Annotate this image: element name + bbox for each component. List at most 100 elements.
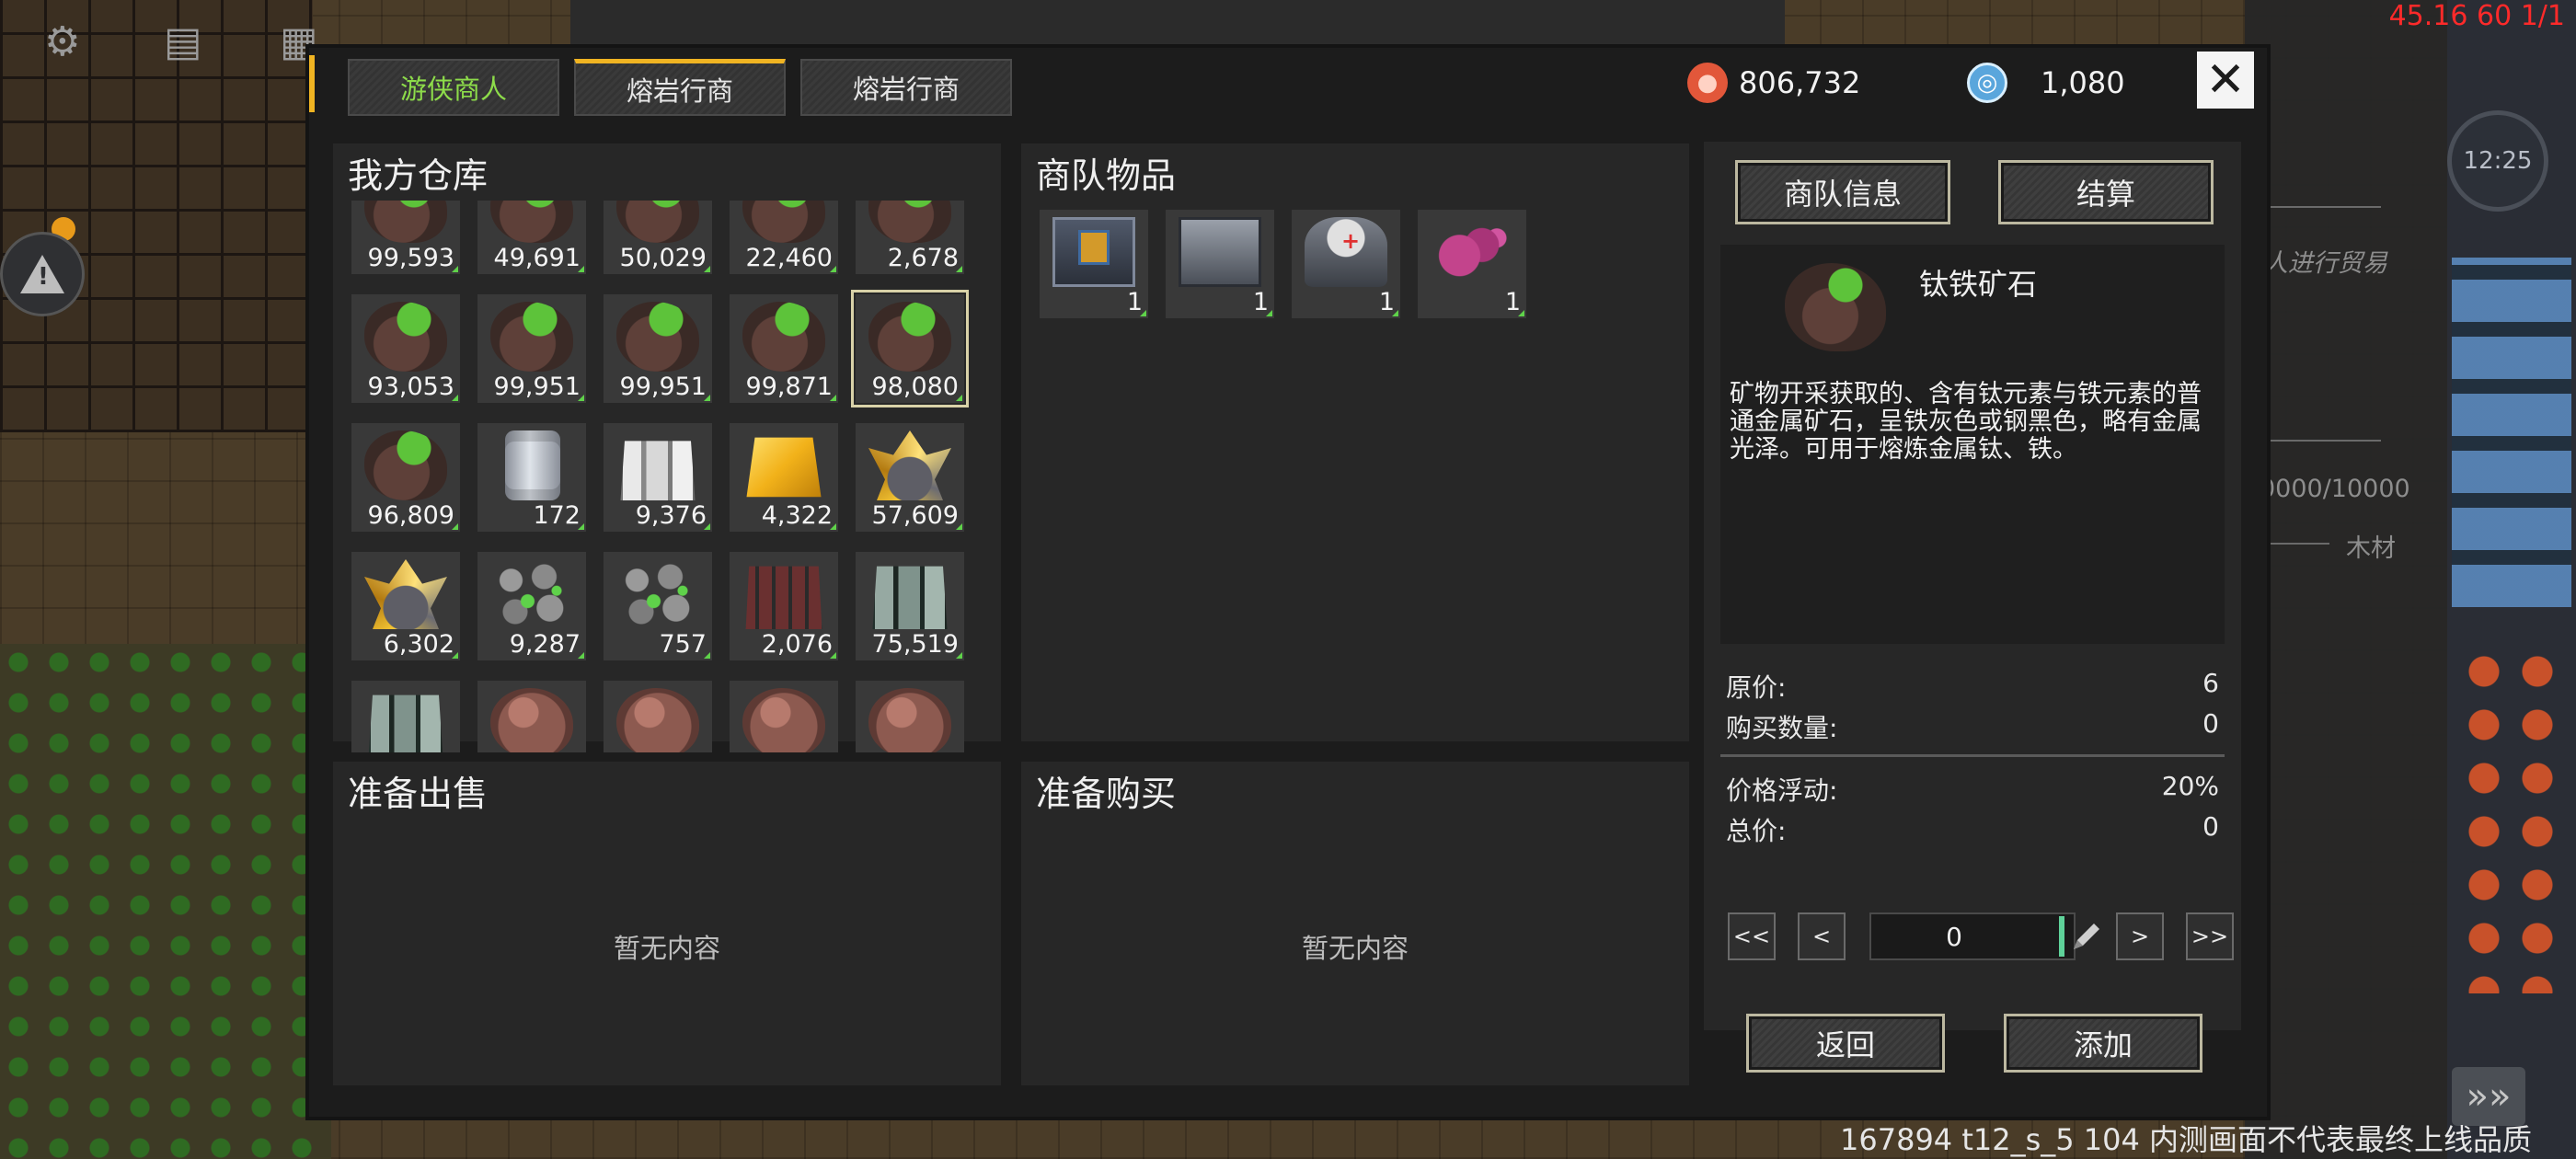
item-quantity: 75,519	[871, 630, 959, 659]
add-button[interactable]: 添加	[2004, 1014, 2202, 1073]
price-fluctuation-row: 价格浮动: 20%	[1726, 771, 2219, 808]
tradeable-marker	[956, 652, 962, 659]
item-slot[interactable]: 1	[1418, 210, 1526, 318]
item-slot[interactable]: 98,144	[604, 681, 712, 752]
item-slot[interactable]: 9,376	[604, 423, 712, 532]
checkout-button[interactable]: 结算	[1998, 160, 2214, 224]
item-slot[interactable]: 9,287	[477, 552, 586, 660]
item-slot[interactable]: +1	[1292, 210, 1400, 318]
buy-panel: 准备购买 暂无内容	[1021, 762, 1689, 1085]
item-quantity: 50,029	[619, 244, 707, 272]
item-slot[interactable]: 89,081	[477, 681, 586, 752]
side-divider	[2265, 440, 2381, 442]
back-button[interactable]: 返回	[1746, 1014, 1945, 1073]
gold-crystal-icon	[364, 559, 447, 629]
warehouse-grid: 99,593 49,691 50,029 22,460 2,678 93,053 99,95…	[351, 201, 969, 752]
item-slot[interactable]: 22,460	[730, 201, 838, 274]
tab-ranger-merchant[interactable]: 游侠商人	[348, 59, 559, 116]
item-quantity: 4,322	[761, 501, 833, 530]
item-slot[interactable]: 757	[604, 552, 712, 660]
item-description: 矿物开采获取的、含有钛元素与铁元素的普通金属矿石，呈铁灰色或钢黑色，略有金属光泽…	[1730, 380, 2202, 464]
settings-gear-icon[interactable]: ⚙	[44, 22, 80, 63]
ore-icon	[364, 302, 447, 372]
ore-icon	[868, 302, 951, 372]
tradeable-marker	[704, 266, 710, 272]
brown-rock-icon	[742, 688, 825, 752]
item-quantity: 99,593	[367, 244, 454, 272]
gem-balance: ◎ 1,080	[1967, 63, 2125, 103]
gold-crystal-icon	[868, 430, 951, 500]
warehouse-grid-viewport[interactable]: 99,593 49,691 50,029 22,460 2,678 93,053 99,95…	[351, 201, 977, 752]
item-slot[interactable]: 2,678	[856, 201, 964, 274]
item-slot[interactable]: 1	[1040, 210, 1148, 318]
tradeable-marker	[830, 523, 836, 530]
game-clock[interactable]: 12:25	[2447, 110, 2548, 212]
tradeable-marker	[830, 395, 836, 401]
trade-dialog: 游侠商人 熔岩行商 熔岩行商 ● 806,732 ◎ 1,080 ✕ 我方仓库 …	[309, 48, 2267, 1117]
item-slot[interactable]: 49,691	[477, 201, 586, 274]
tradeable-marker	[704, 395, 710, 401]
pencil-icon[interactable]	[2066, 920, 2103, 957]
item-slot[interactable]: 4,322	[730, 423, 838, 532]
caravan-panel: 商队物品 1 1 +1 1	[1021, 143, 1689, 741]
item-slot[interactable]: 75,519	[856, 552, 964, 660]
chat-icon[interactable]: ▤	[164, 22, 202, 63]
green-rocks-icon	[616, 559, 699, 629]
item-slot[interactable]: 50,029	[604, 201, 712, 274]
dark-bars-icon	[872, 566, 948, 629]
item-slot[interactable]: 6,302	[351, 552, 460, 660]
total-price-label: 总价:	[1726, 816, 1787, 846]
item-slot[interactable]: 93,053	[351, 294, 460, 403]
dark-bars-icon	[368, 694, 443, 752]
brown-rock-icon	[616, 688, 699, 752]
tradeable-marker	[830, 266, 836, 272]
item-slot[interactable]: 57,609	[856, 423, 964, 532]
warning-icon: !	[20, 255, 64, 293]
item-slot[interactable]: 98,080	[851, 290, 969, 407]
alert-button[interactable]: !	[0, 232, 85, 316]
tab-lava-merchant-1[interactable]: 熔岩行商	[574, 59, 786, 116]
item-quantity: 757	[659, 630, 707, 659]
fps-counter: 45.16 60 1/1	[2388, 0, 2565, 32]
tab-lava-merchant-2[interactable]: 熔岩行商	[800, 59, 1012, 116]
item-slot[interactable]: 99,951	[604, 294, 712, 403]
build-info-text: 167894 t12_s_5 104 内测画面不代表最终上线品质	[1840, 1122, 2533, 1157]
item-slot[interactable]: 96,809	[351, 423, 460, 532]
item-quantity: 99,951	[619, 373, 707, 401]
caravan-info-button[interactable]: 商队信息	[1735, 160, 1950, 224]
quantity-min-button[interactable]: <<	[1728, 912, 1776, 960]
coin-icon: ●	[1687, 63, 1728, 103]
item-quantity: 49,691	[493, 244, 581, 272]
quantity-input[interactable]: 0	[1869, 912, 2076, 960]
item-slot[interactable]: 99,593	[351, 201, 460, 274]
tradeable-marker	[452, 523, 458, 530]
caravan-grid-viewport[interactable]: 1 1 +1 1	[1040, 210, 1665, 762]
item-slot[interactable]: 11,661	[856, 681, 964, 752]
quantity-max-button[interactable]: >>	[2186, 912, 2234, 960]
item-slot[interactable]: 172	[477, 423, 586, 532]
tradeable-marker	[1518, 310, 1524, 316]
item-slot[interactable]: 99,951	[477, 294, 586, 403]
item-quantity: 172	[533, 501, 581, 530]
item-slot[interactable]: 2,076	[730, 552, 838, 660]
dark-rods-icon	[745, 566, 822, 629]
item-quantity: 99,871	[745, 373, 833, 401]
tab-accent-bar	[309, 55, 315, 112]
side-divider	[2265, 206, 2381, 208]
tradeable-marker	[452, 266, 458, 272]
item-slot[interactable]: 1	[1166, 210, 1274, 318]
item-slot[interactable]: 99,871	[730, 294, 838, 403]
item-quantity: 2,678	[887, 244, 959, 272]
item-description-box: 钛铁矿石 矿物开采获取的、含有钛元素与铁元素的普通金属矿石，呈铁灰色或钢黑色，略…	[1720, 245, 2225, 644]
item-slot[interactable]: 47,323	[730, 681, 838, 752]
price-fluctuation-value: 20%	[2161, 771, 2219, 801]
tradeable-marker	[1266, 310, 1272, 316]
caravan-title: 商队物品	[1036, 155, 1177, 196]
caravan-grid: 1 1 +1 1	[1040, 210, 1652, 318]
close-button[interactable]: ✕	[2197, 52, 2254, 109]
quantity-decrement-button[interactable]: <	[1798, 912, 1846, 960]
part-icon	[1052, 217, 1135, 287]
side-info-panel	[2245, 0, 2447, 1159]
quantity-increment-button[interactable]: >	[2116, 912, 2164, 960]
item-slot[interactable]: 5,143	[351, 681, 460, 752]
